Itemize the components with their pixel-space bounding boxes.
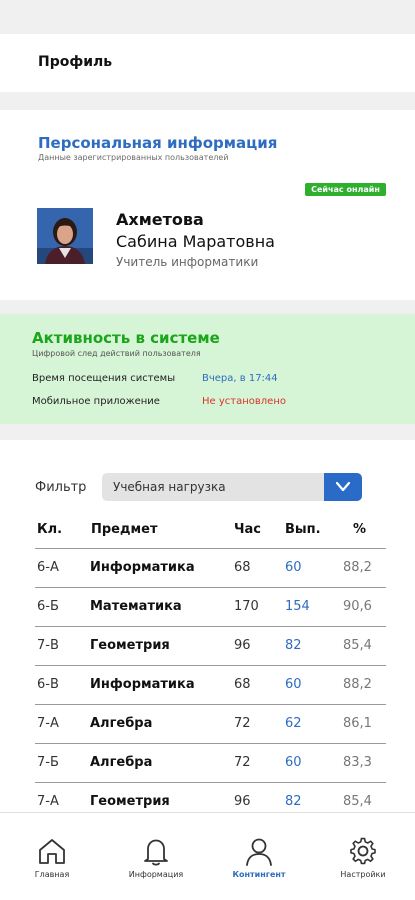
cell-hours: 96	[234, 638, 251, 653]
cell-hours: 72	[234, 716, 251, 731]
col-header-done: Вып.	[285, 522, 321, 537]
tab-home-label: Главная	[34, 870, 70, 879]
table-row[interactable]: 7-Б Алгебра 72 60 83,3	[35, 743, 386, 782]
cell-percent: 88,2	[343, 560, 372, 575]
tab-contingent-label: Контингент	[232, 870, 286, 879]
mobile-app-label: Мобильное приложение	[32, 396, 160, 407]
workload-card: Фильтр Учебная нагрузка Кл. Предмет Час …	[0, 440, 415, 812]
cell-class: 7-Б	[37, 755, 59, 770]
tab-settings[interactable]: Настройки	[311, 813, 415, 900]
visit-time-label: Время посещения системы	[32, 373, 176, 384]
cell-percent: 86,1	[343, 716, 372, 731]
table-row[interactable]: 6-В Информатика 68 60 88,2	[35, 665, 386, 704]
page-title: Профиль	[38, 54, 113, 70]
chevron-down-icon	[335, 481, 351, 492]
cell-done: 82	[285, 638, 302, 653]
bottom-tab-bar: Главная Информация Контингент Настройки	[0, 812, 415, 900]
cell-hours: 68	[234, 677, 251, 692]
online-status-badge: Сейчас онлайн	[305, 183, 386, 196]
profile-header: Профиль	[0, 34, 415, 92]
tab-home[interactable]: Главная	[0, 813, 104, 900]
tab-information[interactable]: Информация	[104, 813, 208, 900]
gear-icon	[350, 837, 376, 865]
table-row[interactable]: 7-В Геометрия 96 82 85,4	[35, 626, 386, 665]
cell-percent: 90,6	[343, 599, 372, 614]
cell-done: 60	[285, 755, 302, 770]
tab-contingent[interactable]: Контингент	[207, 813, 311, 900]
cell-percent: 85,4	[343, 638, 372, 653]
avatar	[37, 208, 93, 264]
home-icon	[39, 839, 65, 864]
cell-class: 6-А	[37, 560, 59, 575]
bell-icon	[144, 839, 168, 866]
cell-hours: 72	[234, 755, 251, 770]
cell-subject: Геометрия	[90, 638, 170, 653]
mobile-app-value: Не установлено	[202, 396, 286, 407]
activity-card: Активность в системе Цифровой след дейст…	[0, 314, 415, 424]
cell-hours: 170	[234, 599, 259, 614]
filter-value: Учебная нагрузка	[113, 480, 226, 494]
filter-label: Фильтр	[35, 480, 87, 495]
cell-hours: 96	[234, 794, 251, 809]
cell-percent: 83,3	[343, 755, 372, 770]
cell-done: 82	[285, 794, 302, 809]
cell-percent: 88,2	[343, 677, 372, 692]
tab-settings-label: Настройки	[340, 870, 386, 879]
user-name: Сабина Маратовна	[116, 232, 275, 251]
col-header-subject: Предмет	[91, 522, 158, 537]
col-header-hours: Час	[234, 522, 261, 537]
cell-class: 7-А	[37, 716, 59, 731]
cell-percent: 85,4	[343, 794, 372, 809]
cell-done: 154	[285, 599, 310, 614]
personal-info-card: Персональная информация Данные зарегистр…	[0, 110, 415, 300]
table-row[interactable]: 6-А Информатика 68 60 88,2	[35, 548, 386, 587]
cell-subject: Алгебра	[90, 716, 153, 731]
user-surname: Ахметова	[116, 210, 204, 229]
user-role: Учитель информатики	[116, 255, 259, 269]
filter-select[interactable]: Учебная нагрузка	[102, 473, 362, 501]
cell-subject: Алгебра	[90, 755, 153, 770]
cell-subject: Информатика	[90, 677, 195, 692]
cell-class: 7-В	[37, 638, 59, 653]
visit-time-value: Вчера, в 17:44	[202, 373, 278, 384]
table-row[interactable]: 7-А Алгебра 72 62 86,1	[35, 704, 386, 743]
activity-title: Активность в системе	[32, 329, 220, 347]
tab-information-label: Информация	[128, 870, 184, 879]
cell-class: 6-Б	[37, 599, 59, 614]
activity-subtitle: Цифровой след действий пользователя	[32, 349, 201, 358]
cell-done: 60	[285, 560, 302, 575]
cell-done: 62	[285, 716, 302, 731]
cell-subject: Геометрия	[90, 794, 170, 809]
personal-info-subtitle: Данные зарегистрированных пользователей	[38, 153, 229, 162]
cell-class: 6-В	[37, 677, 59, 692]
cell-done: 60	[285, 677, 302, 692]
col-header-class: Кл.	[37, 522, 63, 537]
cell-subject: Математика	[90, 599, 182, 614]
personal-info-title: Персональная информация	[38, 134, 278, 152]
table-row[interactable]: 7-А Геометрия 96 82 85,4	[35, 782, 386, 812]
cell-hours: 68	[234, 560, 251, 575]
filter-dropdown-button[interactable]	[324, 473, 362, 501]
person-icon	[246, 838, 272, 866]
status-area	[0, 0, 415, 34]
cell-subject: Информатика	[90, 560, 195, 575]
col-header-percent: %	[353, 522, 367, 537]
cell-class: 7-А	[37, 794, 59, 809]
avatar-photo	[37, 208, 93, 264]
table-row[interactable]: 6-Б Математика 170 154 90,6	[35, 587, 386, 626]
